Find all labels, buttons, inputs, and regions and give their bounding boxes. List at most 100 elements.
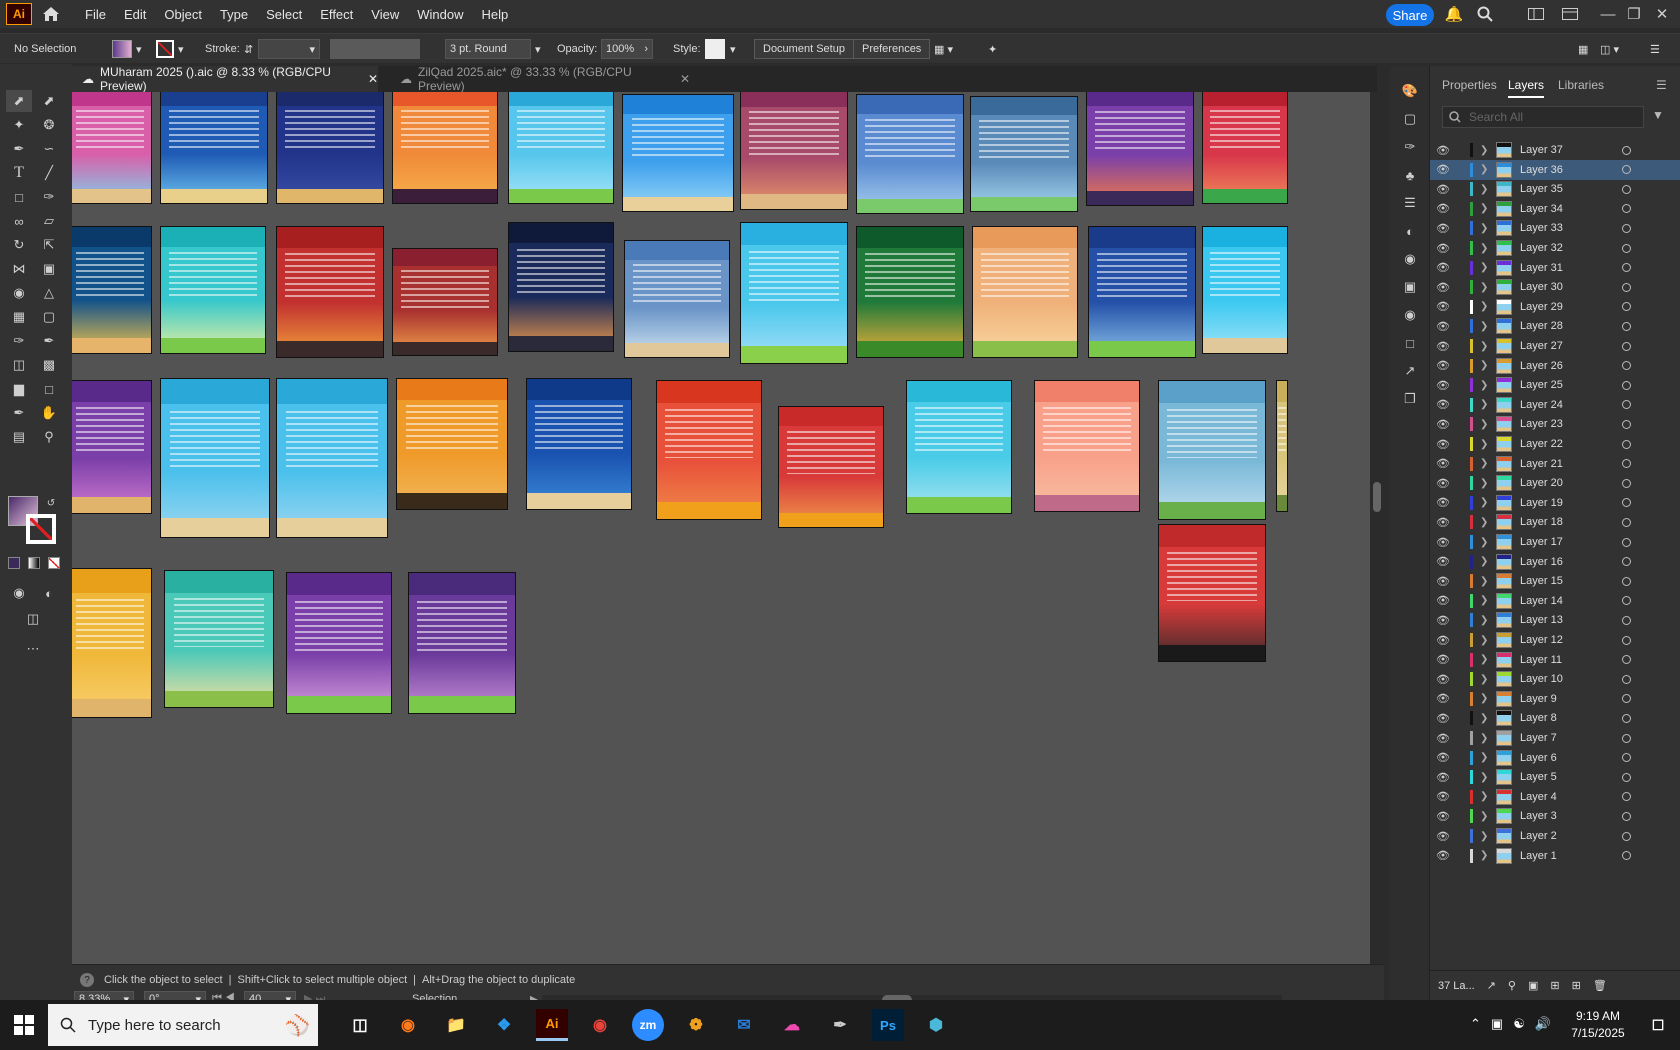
taskbar-search-box[interactable]: Type here to search ⚾ xyxy=(48,1004,318,1046)
scroll-thumb[interactable] xyxy=(1373,482,1381,512)
layer-row[interactable]: 👁 ❯ Layer 30 xyxy=(1430,277,1680,297)
blender-icon[interactable]: ❁ xyxy=(680,1009,712,1041)
expand-chevron-icon[interactable]: ❯ xyxy=(1480,301,1488,312)
stroke-stepper-icon[interactable]: ⇵ xyxy=(244,39,253,59)
menu-help[interactable]: Help xyxy=(472,7,517,22)
expand-chevron-icon[interactable]: ❯ xyxy=(1480,478,1488,489)
layer-row[interactable]: 👁 ❯ Layer 14 xyxy=(1430,591,1680,611)
visibility-eye-icon[interactable]: 👁 xyxy=(1436,340,1450,353)
visibility-eye-icon[interactable]: 👁 xyxy=(1436,536,1450,549)
artboard[interactable] xyxy=(906,380,1012,514)
visibility-eye-icon[interactable]: 👁 xyxy=(1436,673,1450,686)
target-circle-icon[interactable] xyxy=(1622,380,1631,390)
visibility-eye-icon[interactable]: 👁 xyxy=(1436,810,1450,823)
symbols-panel-icon[interactable]: ♣ xyxy=(1397,164,1423,186)
target-circle-icon[interactable] xyxy=(1622,302,1631,312)
artboard-tool-icon[interactable]: □ xyxy=(36,378,62,400)
target-circle-icon[interactable] xyxy=(1622,851,1631,861)
zoom-tool-icon[interactable]: ⚲ xyxy=(36,426,62,448)
artboard[interactable] xyxy=(408,572,516,714)
style-dropdown-icon[interactable]: ▾ xyxy=(730,39,736,59)
target-circle-icon[interactable] xyxy=(1622,361,1631,371)
task-view-icon[interactable]: ◫ xyxy=(344,1009,376,1041)
layer-row[interactable]: 👁 ❯ Layer 35 xyxy=(1430,179,1680,199)
visibility-eye-icon[interactable]: 👁 xyxy=(1436,300,1450,313)
photoshop-icon[interactable]: Ps xyxy=(872,1009,904,1041)
target-circle-icon[interactable] xyxy=(1622,674,1631,684)
menu-select[interactable]: Select xyxy=(257,7,311,22)
artboard[interactable] xyxy=(1202,92,1288,204)
layer-row[interactable]: 👁 ❯ Layer 8 xyxy=(1430,708,1680,728)
brush-dropdown-icon[interactable]: ▾ xyxy=(535,39,541,59)
layer-row[interactable]: 👁 ❯ Layer 18 xyxy=(1430,512,1680,532)
target-circle-icon[interactable] xyxy=(1622,419,1631,429)
artboard[interactable] xyxy=(508,222,614,352)
rectangle-tool-icon[interactable]: □ xyxy=(6,186,32,208)
artboard[interactable] xyxy=(72,226,152,354)
target-circle-icon[interactable] xyxy=(1622,184,1631,194)
target-circle-icon[interactable] xyxy=(1622,223,1631,233)
artboard[interactable] xyxy=(1088,226,1196,358)
paintbrush-tool-icon[interactable]: ✑ xyxy=(36,186,62,208)
expand-chevron-icon[interactable]: ❯ xyxy=(1480,282,1488,293)
target-circle-icon[interactable] xyxy=(1622,517,1631,527)
layer-row[interactable]: 👁 ❯ Layer 25 xyxy=(1430,375,1680,395)
expand-chevron-icon[interactable]: ❯ xyxy=(1480,537,1488,548)
target-circle-icon[interactable] xyxy=(1622,811,1631,821)
layer-row[interactable]: 👁 ❯ Layer 32 xyxy=(1430,238,1680,258)
visibility-eye-icon[interactable]: 👁 xyxy=(1436,653,1450,666)
chrome-icon[interactable]: ◉ xyxy=(584,1009,616,1041)
transparency-panel-icon[interactable]: ◐ xyxy=(1397,220,1423,242)
expand-chevron-icon[interactable]: ❯ xyxy=(1480,654,1488,665)
target-circle-icon[interactable] xyxy=(1622,165,1631,175)
artboard[interactable] xyxy=(396,378,508,510)
visibility-eye-icon[interactable]: 👁 xyxy=(1436,379,1450,392)
visibility-eye-icon[interactable]: 👁 xyxy=(1436,261,1450,274)
panel-toggle-icon[interactable]: ◫ ▾ xyxy=(1600,39,1619,59)
artboard[interactable] xyxy=(740,92,848,210)
artboard[interactable] xyxy=(622,94,734,212)
mesh-tool-icon[interactable]: ▦ xyxy=(6,306,32,328)
menu-edit[interactable]: Edit xyxy=(115,7,155,22)
artboard[interactable] xyxy=(1158,524,1266,662)
layer-row[interactable]: 👁 ❯ Layer 37 xyxy=(1430,140,1680,160)
layer-row[interactable]: 👁 ❯ Layer 27 xyxy=(1430,336,1680,356)
zoom-app-icon[interactable]: zm xyxy=(632,1009,664,1041)
layers-search-field[interactable]: Search All xyxy=(1442,106,1644,128)
layer-row[interactable]: 👁 ❯ Layer 29 xyxy=(1430,297,1680,317)
variable-width-profile[interactable] xyxy=(330,39,420,59)
target-circle-icon[interactable] xyxy=(1622,733,1631,743)
menu-view[interactable]: View xyxy=(362,7,408,22)
layer-row[interactable]: 👁 ❯ Layer 6 xyxy=(1430,748,1680,768)
visibility-eye-icon[interactable]: 👁 xyxy=(1436,732,1450,745)
export-panel-icon[interactable]: ↗ xyxy=(1397,360,1423,382)
visibility-eye-icon[interactable]: 👁 xyxy=(1436,790,1450,803)
expand-chevron-icon[interactable]: ❯ xyxy=(1480,615,1488,626)
minimize-icon[interactable]: — xyxy=(1598,4,1618,24)
share-button[interactable]: Share xyxy=(1386,4,1434,26)
vertical-scrollbar[interactable] xyxy=(1370,92,1384,964)
brushes-panel-icon[interactable]: ✑ xyxy=(1397,136,1423,158)
network-icon[interactable]: ▣ xyxy=(1491,1016,1503,1032)
expand-chevron-icon[interactable]: ❯ xyxy=(1480,733,1488,744)
artboard[interactable] xyxy=(1158,380,1266,520)
curvature-tool-icon[interactable]: ∽ xyxy=(36,138,62,160)
target-circle-icon[interactable] xyxy=(1622,655,1631,665)
grid-icon[interactable]: ▦ xyxy=(1578,39,1588,59)
illustrator-logo[interactable]: Ai xyxy=(6,3,32,25)
target-circle-icon[interactable] xyxy=(1622,243,1631,253)
expand-chevron-icon[interactable]: ❯ xyxy=(1480,831,1488,842)
color-panel-icon[interactable]: 🎨 xyxy=(1397,80,1423,102)
expand-chevron-icon[interactable]: ❯ xyxy=(1480,497,1488,508)
visibility-eye-icon[interactable]: 👁 xyxy=(1436,398,1450,411)
visibility-eye-icon[interactable]: 👁 xyxy=(1436,712,1450,725)
panel-menu-icon[interactable]: ☰ xyxy=(1656,78,1667,92)
preferences-button[interactable]: Preferences xyxy=(853,39,931,59)
target-circle-icon[interactable] xyxy=(1622,596,1631,606)
layer-row[interactable]: 👁 ❯ Layer 5 xyxy=(1430,767,1680,787)
perspective-grid-tool-icon[interactable]: △ xyxy=(36,282,62,304)
clock[interactable]: 9:19 AM 7/15/2025 xyxy=(1568,1008,1628,1042)
tab-properties[interactable]: Properties xyxy=(1442,78,1497,92)
menu-effect[interactable]: Effect xyxy=(311,7,362,22)
lasso-tool-icon[interactable]: ❂ xyxy=(36,114,62,136)
